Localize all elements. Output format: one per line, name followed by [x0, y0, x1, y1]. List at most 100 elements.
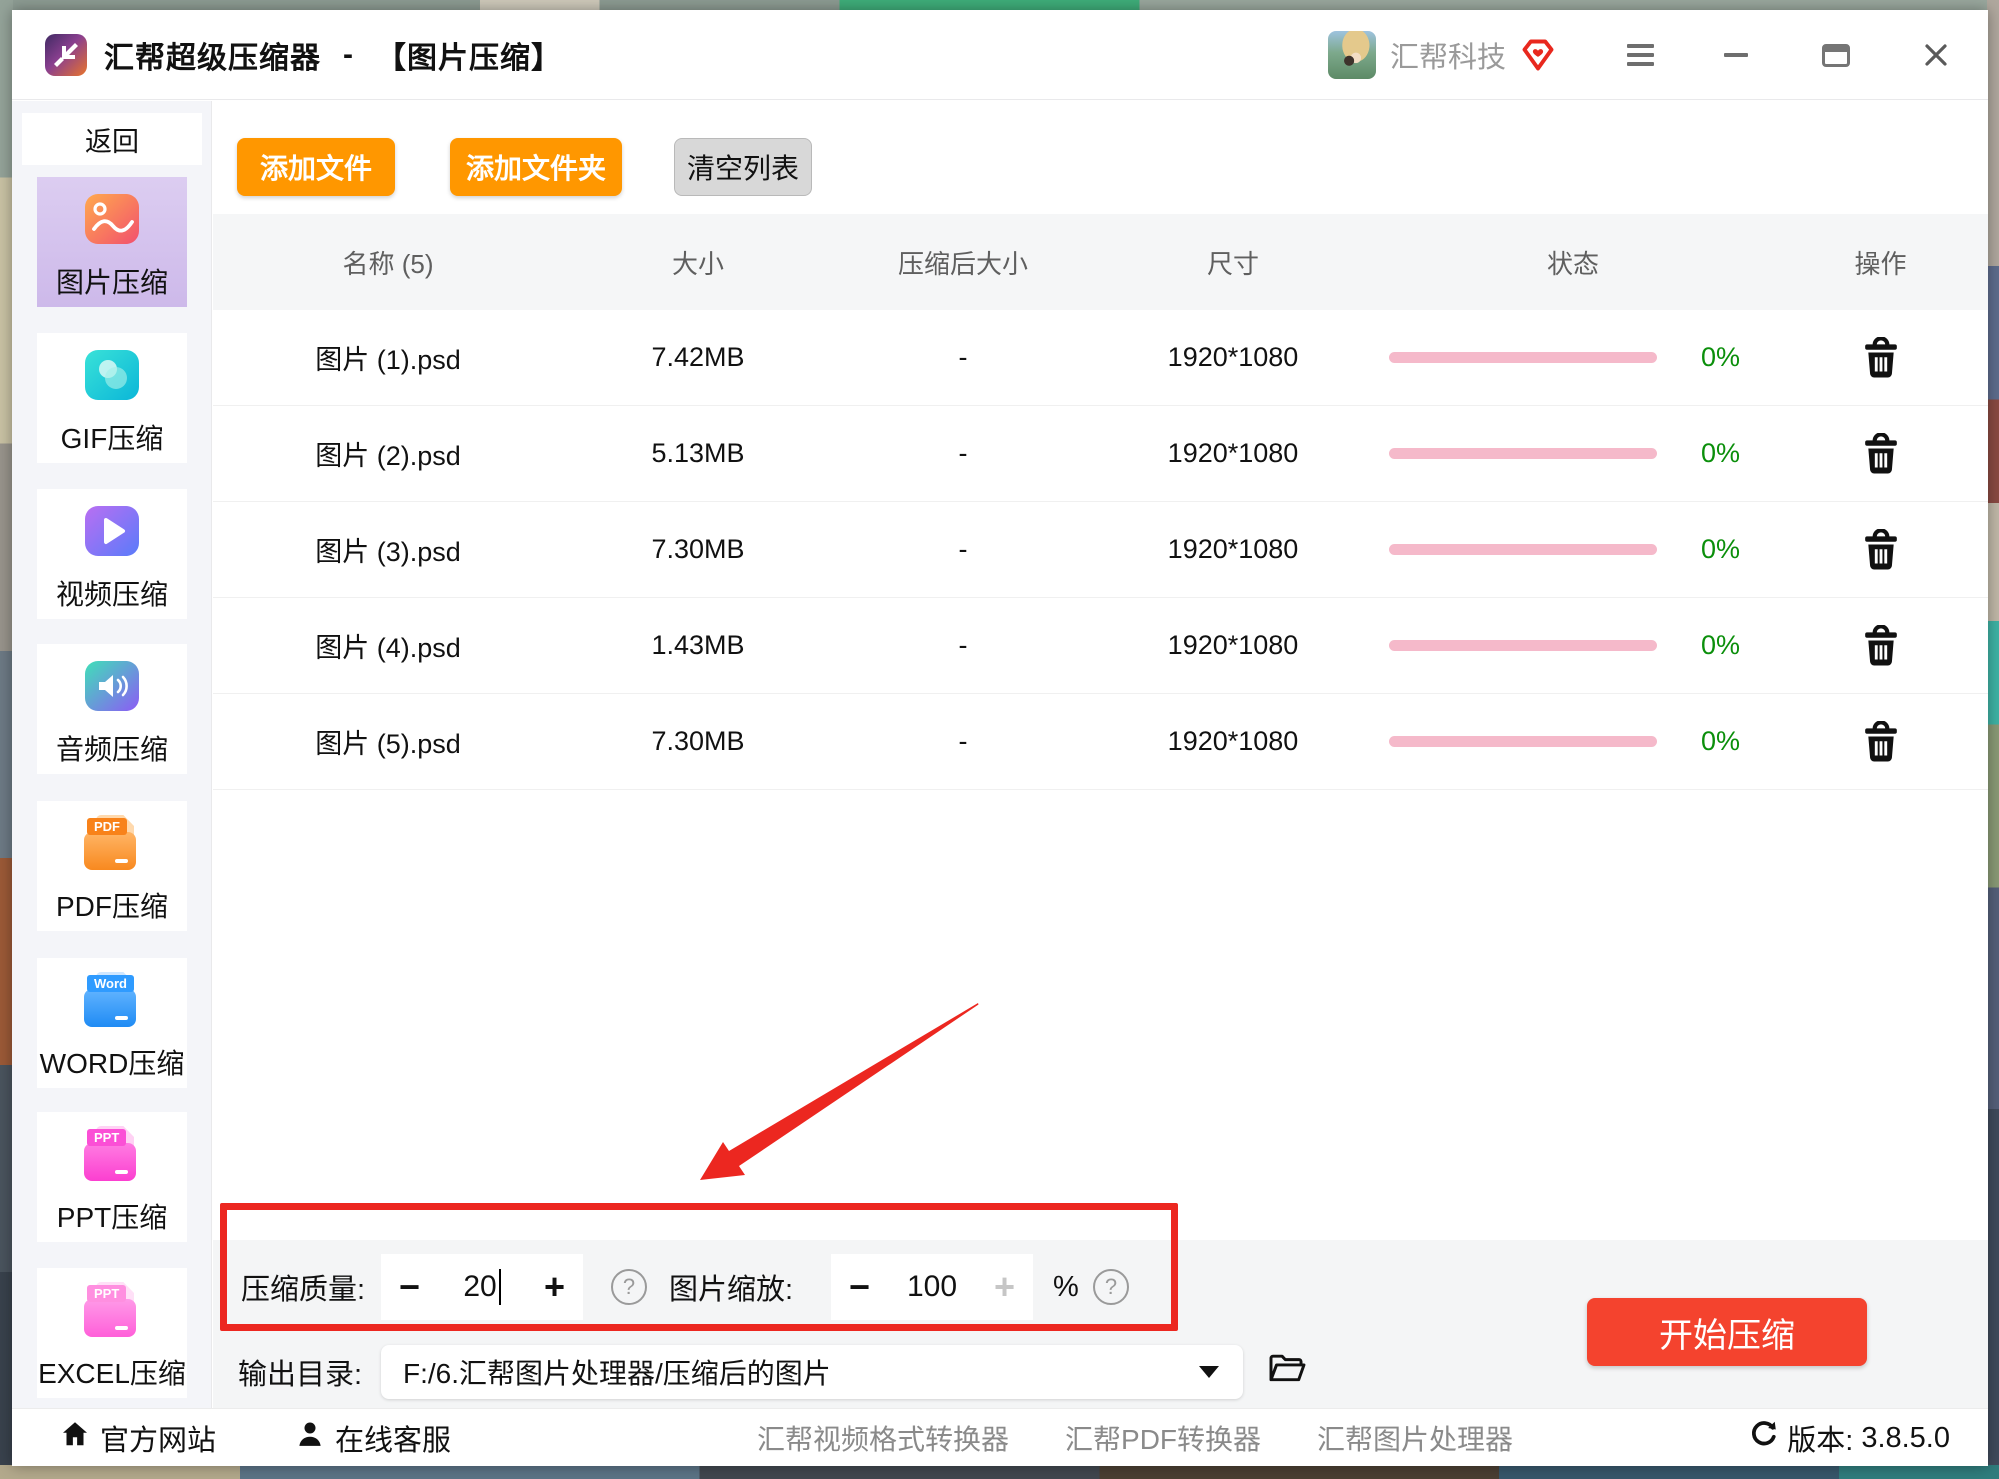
minimize-button[interactable]	[1706, 10, 1766, 100]
sidebar-item-label: GIF压缩	[61, 417, 164, 457]
file-name: 图片 (1).psd	[213, 338, 563, 377]
scale-value-field[interactable]: 100	[907, 1270, 957, 1304]
table-row: 图片 (5).psd 7.30MB - 1920*1080 0%	[213, 694, 1988, 790]
compressed-size: -	[833, 726, 1093, 757]
status-cell: 0%	[1373, 438, 1773, 469]
header-name: 名称 (5)	[213, 244, 563, 281]
file-dimensions: 1920*1080	[1093, 438, 1373, 469]
image-processor-link[interactable]: 汇帮图片处理器	[1317, 1418, 1513, 1458]
version-label: 版本:	[1787, 1417, 1853, 1459]
user-avatar[interactable]	[1328, 31, 1376, 79]
version-value: 3.8.5.0	[1861, 1422, 1950, 1455]
status-cell: 0%	[1373, 342, 1773, 373]
add-file-button[interactable]: 添加文件	[237, 138, 395, 196]
sidebar-item-label: WORD压缩	[40, 1042, 185, 1082]
main-content: 添加文件 添加文件夹 清空列表 名称 (5) 大小 压缩后大小 尺寸 状态 操作…	[213, 101, 1988, 1408]
sidebar-item-label: PPT压缩	[57, 1196, 167, 1236]
sidebar-item-label: 视频压缩	[56, 573, 168, 613]
status-cell: 0%	[1373, 630, 1773, 661]
sidebar-item-video-compress[interactable]: 视频压缩	[37, 489, 187, 619]
account-area[interactable]: 汇帮科技	[1328, 10, 1556, 100]
refresh-icon[interactable]	[1749, 1419, 1779, 1457]
footer: 官方网站 在线客服 汇帮视频格式转换器 汇帮PDF转换器 汇帮图片处理器 版本:…	[12, 1408, 1988, 1466]
vip-badge-icon[interactable]	[1520, 37, 1556, 73]
file-size: 7.30MB	[563, 726, 833, 757]
video-converter-link[interactable]: 汇帮视频格式转换器	[757, 1418, 1009, 1458]
online-service-label: 在线客服	[335, 1417, 451, 1459]
sidebar-item-word-compress[interactable]: Word WORD压缩	[37, 958, 187, 1088]
sidebar-item-excel-compress[interactable]: PPT EXCEL压缩	[37, 1268, 187, 1398]
progress-percent: 0%	[1701, 726, 1740, 757]
menu-icon[interactable]	[1610, 10, 1670, 100]
progress-percent: 0%	[1701, 534, 1740, 565]
scale-help-icon[interactable]: ?	[1093, 1269, 1129, 1305]
delete-trash-icon[interactable]	[1773, 337, 1988, 379]
sidebar-item-pdf-compress[interactable]: PDF PDF压缩	[37, 801, 187, 931]
page-title: 【图片压缩】	[376, 33, 562, 77]
compressed-size: -	[833, 438, 1093, 469]
delete-trash-icon[interactable]	[1773, 625, 1988, 667]
header-compressed-size: 压缩后大小	[833, 244, 1093, 281]
file-name: 图片 (4).psd	[213, 626, 563, 665]
sidebar-item-ppt-compress[interactable]: PPT PPT压缩	[37, 1112, 187, 1242]
image-compress-icon	[82, 189, 142, 249]
desktop-wallpaper-bottom	[0, 1465, 1999, 1479]
excel-folder-icon: PPT	[82, 1280, 142, 1340]
file-size: 7.42MB	[563, 342, 833, 373]
delete-trash-icon[interactable]	[1773, 433, 1988, 475]
settings-panel: 压缩质量: − 20 + ? 图片缩放: − 100 + % ? 输出目录: F…	[213, 1240, 1988, 1408]
output-dir-dropdown[interactable]: F:/6.汇帮图片处理器/压缩后的图片	[381, 1345, 1243, 1399]
quality-help-icon[interactable]: ?	[611, 1269, 647, 1305]
app-window: 汇帮超级压缩器 - 【图片压缩】 汇帮科技 返回	[12, 10, 1988, 1466]
table-row: 图片 (3).psd 7.30MB - 1920*1080 0%	[213, 502, 1988, 598]
quality-minus-button[interactable]: −	[399, 1269, 420, 1305]
browse-folder-icon[interactable]	[1267, 1352, 1307, 1389]
progress-percent: 0%	[1701, 438, 1740, 469]
progress-bar	[1389, 448, 1657, 459]
file-name: 图片 (5).psd	[213, 722, 563, 761]
progress-bar	[1389, 544, 1657, 555]
account-name: 汇帮科技	[1390, 34, 1506, 76]
official-site-link[interactable]: 官方网站	[60, 1409, 216, 1467]
scale-plus-button[interactable]: +	[994, 1269, 1015, 1305]
compressed-size: -	[833, 534, 1093, 565]
compressed-size: -	[833, 342, 1093, 373]
sidebar-item-label: 图片压缩	[56, 261, 168, 301]
start-compress-button[interactable]: 开始压缩	[1587, 1298, 1867, 1366]
sidebar-item-image-compress[interactable]: 图片压缩	[37, 177, 187, 307]
scale-minus-button[interactable]: −	[849, 1269, 870, 1305]
pdf-folder-icon: PDF	[82, 813, 142, 873]
online-service-link[interactable]: 在线客服	[295, 1409, 451, 1467]
close-button[interactable]	[1906, 10, 1966, 100]
file-dimensions: 1920*1080	[1093, 534, 1373, 565]
person-icon	[295, 1419, 325, 1457]
sidebar-item-label: 音频压缩	[56, 728, 168, 768]
add-folder-button[interactable]: 添加文件夹	[450, 138, 622, 196]
maximize-button[interactable]	[1806, 10, 1866, 100]
delete-trash-icon[interactable]	[1773, 529, 1988, 571]
clear-list-button[interactable]: 清空列表	[674, 138, 812, 196]
pdf-converter-link[interactable]: 汇帮PDF转换器	[1065, 1418, 1261, 1458]
progress-percent: 0%	[1701, 630, 1740, 661]
back-button[interactable]: 返回	[22, 113, 202, 165]
status-cell: 0%	[1373, 726, 1773, 757]
pdf-badge: PDF	[87, 818, 127, 835]
sidebar-item-gif-compress[interactable]: GIF压缩	[37, 333, 187, 463]
delete-trash-icon[interactable]	[1773, 721, 1988, 763]
video-compress-icon	[82, 501, 142, 561]
sidebar-item-audio-compress[interactable]: 音频压缩	[37, 644, 187, 774]
app-logo-icon	[45, 34, 87, 76]
table-row: 图片 (4).psd 1.43MB - 1920*1080 0%	[213, 598, 1988, 694]
gif-compress-icon	[82, 345, 142, 405]
footer-product-links: 汇帮视频格式转换器 汇帮PDF转换器 汇帮图片处理器	[757, 1409, 1513, 1467]
desktop-wallpaper-right	[1987, 0, 1999, 1479]
file-name: 图片 (2).psd	[213, 434, 563, 473]
percent-sign: %	[1053, 1240, 1079, 1334]
quality-value-field[interactable]: 20	[463, 1269, 500, 1305]
word-badge: Word	[87, 975, 134, 992]
quality-plus-button[interactable]: +	[544, 1269, 565, 1305]
quality-label: 压缩质量:	[241, 1240, 365, 1334]
table-row: 图片 (1).psd 7.42MB - 1920*1080 0%	[213, 310, 1988, 406]
header-status: 状态	[1373, 244, 1773, 281]
quality-stepper: − 20 +	[381, 1254, 583, 1320]
